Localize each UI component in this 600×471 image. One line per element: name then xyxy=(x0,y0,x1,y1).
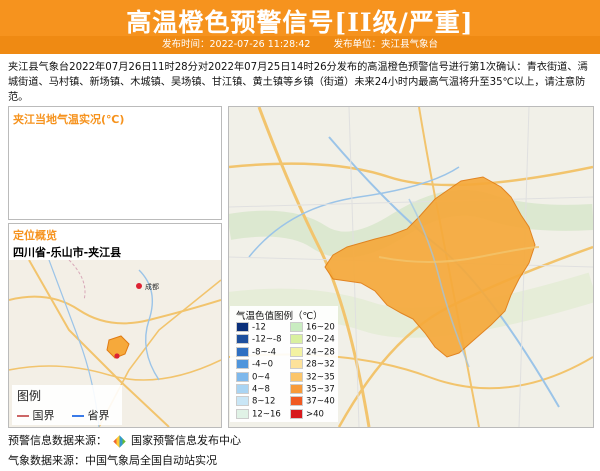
publisher: 发布单位：夹江县气象台 xyxy=(333,39,438,50)
legend-item: >40 xyxy=(290,408,324,420)
legend-item: 28~32 xyxy=(290,359,335,370)
map-legend: 图例 国界 省界 xyxy=(12,385,122,425)
legend-national-border: 国界 xyxy=(17,407,55,423)
temperature-legend-title: 气温色值图例（℃） xyxy=(236,311,323,322)
temperature-legend: 气温色值图例（℃） -12 16~20 -12~-8 20~24 -8~-4 24~28 -… xyxy=(230,306,338,422)
warning-center-link[interactable]: 国家预警信息发布中心 xyxy=(131,434,241,447)
legend-label: 37~40 xyxy=(306,396,335,407)
legend-swatch xyxy=(290,322,303,332)
header-bar: 高温橙色预警信号[II级/严重] 发布时间：2022-07-26 11:28:4… xyxy=(0,0,600,54)
legend-swatch xyxy=(290,408,303,419)
legend-province-border: 省界 xyxy=(72,407,110,423)
legend-label: >40 xyxy=(306,409,324,420)
legend-label: 32~35 xyxy=(306,372,335,383)
publish-time: 发布时间：2022-07-26 11:28:42 xyxy=(162,39,311,50)
legend-label: 12~16 xyxy=(252,409,281,420)
legend-item: 35~37 xyxy=(290,384,335,395)
legend-item: 4~8 xyxy=(236,384,270,395)
legend-label: 20~24 xyxy=(306,334,335,345)
publish-meta: 发布时间：2022-07-26 11:28:42 发布单位：夹江县气象台 xyxy=(0,36,600,54)
legend-label: -4~0 xyxy=(252,359,274,370)
location-panel: 定位概览 四川省-乐山市-夹江县 成都 图例 国界 省界 xyxy=(8,223,222,428)
legend-item: 8~12 xyxy=(236,396,275,407)
legend-label: 28~32 xyxy=(306,359,335,370)
legend-item: -12~-8 xyxy=(236,334,281,345)
legend-label: 16~20 xyxy=(306,322,335,333)
legend-swatch xyxy=(236,371,249,382)
legend-swatch xyxy=(290,346,303,357)
legend-item: -12 xyxy=(236,322,266,333)
legend-swatch xyxy=(290,371,303,382)
legend-swatch xyxy=(236,322,249,332)
legend-label: -12~-8 xyxy=(252,334,282,345)
legend-swatch xyxy=(236,334,249,345)
page-title: 高温橙色预警信号[II级/严重] xyxy=(126,8,474,37)
map-legend-title: 图例 xyxy=(17,389,42,403)
location-text: 四川省-乐山市-夹江县 xyxy=(13,246,122,259)
legend-swatch xyxy=(236,408,249,419)
legend-item: 12~16 xyxy=(236,408,281,420)
legend-item: 32~35 xyxy=(290,371,335,383)
legend-swatch xyxy=(290,359,303,370)
legend-label: -12 xyxy=(252,322,266,333)
legend-label: 35~37 xyxy=(306,384,335,395)
legend-item: 37~40 xyxy=(290,396,335,407)
legend-item: 16~20 xyxy=(290,322,335,333)
temperature-panel: 夹江当地气温实况(℃) xyxy=(8,106,222,220)
map-label-chengdu: 成都 xyxy=(145,282,159,291)
temperature-panel-title: 夹江当地气温实况(℃) xyxy=(13,113,125,126)
legend-item: 20~24 xyxy=(290,334,335,345)
legend-swatch xyxy=(236,384,249,394)
legend-item: 24~28 xyxy=(290,346,335,358)
legend-label: 8~12 xyxy=(252,396,276,407)
legend-swatch xyxy=(290,396,303,407)
warning-notice-text: 夹江县气象台2022年07月26日11时28分对2022年07月25日14时26… xyxy=(8,62,588,103)
footer-weather-source: 气象数据来源：中国气象局全国自动站实况 xyxy=(8,454,217,467)
legend-swatch xyxy=(236,359,249,370)
legend-label: 4~8 xyxy=(252,384,270,395)
legend-item: -8~-4 xyxy=(236,346,277,358)
legend-label: -8~-4 xyxy=(252,347,277,358)
legend-swatch xyxy=(236,396,249,407)
location-panel-title: 定位概览 xyxy=(13,229,57,242)
legend-label: 0~4 xyxy=(252,372,270,383)
legend-item: 0~4 xyxy=(236,371,270,383)
legend-swatch xyxy=(290,384,303,394)
legend-label: 24~28 xyxy=(306,347,335,358)
footer-warning-source: 预警信息数据来源： 国家预警信息发布中心 xyxy=(8,434,241,448)
legend-swatch xyxy=(290,334,303,345)
legend-item: -4~0 xyxy=(236,359,273,370)
legend-swatch xyxy=(236,346,249,357)
warning-center-icon xyxy=(112,434,126,448)
